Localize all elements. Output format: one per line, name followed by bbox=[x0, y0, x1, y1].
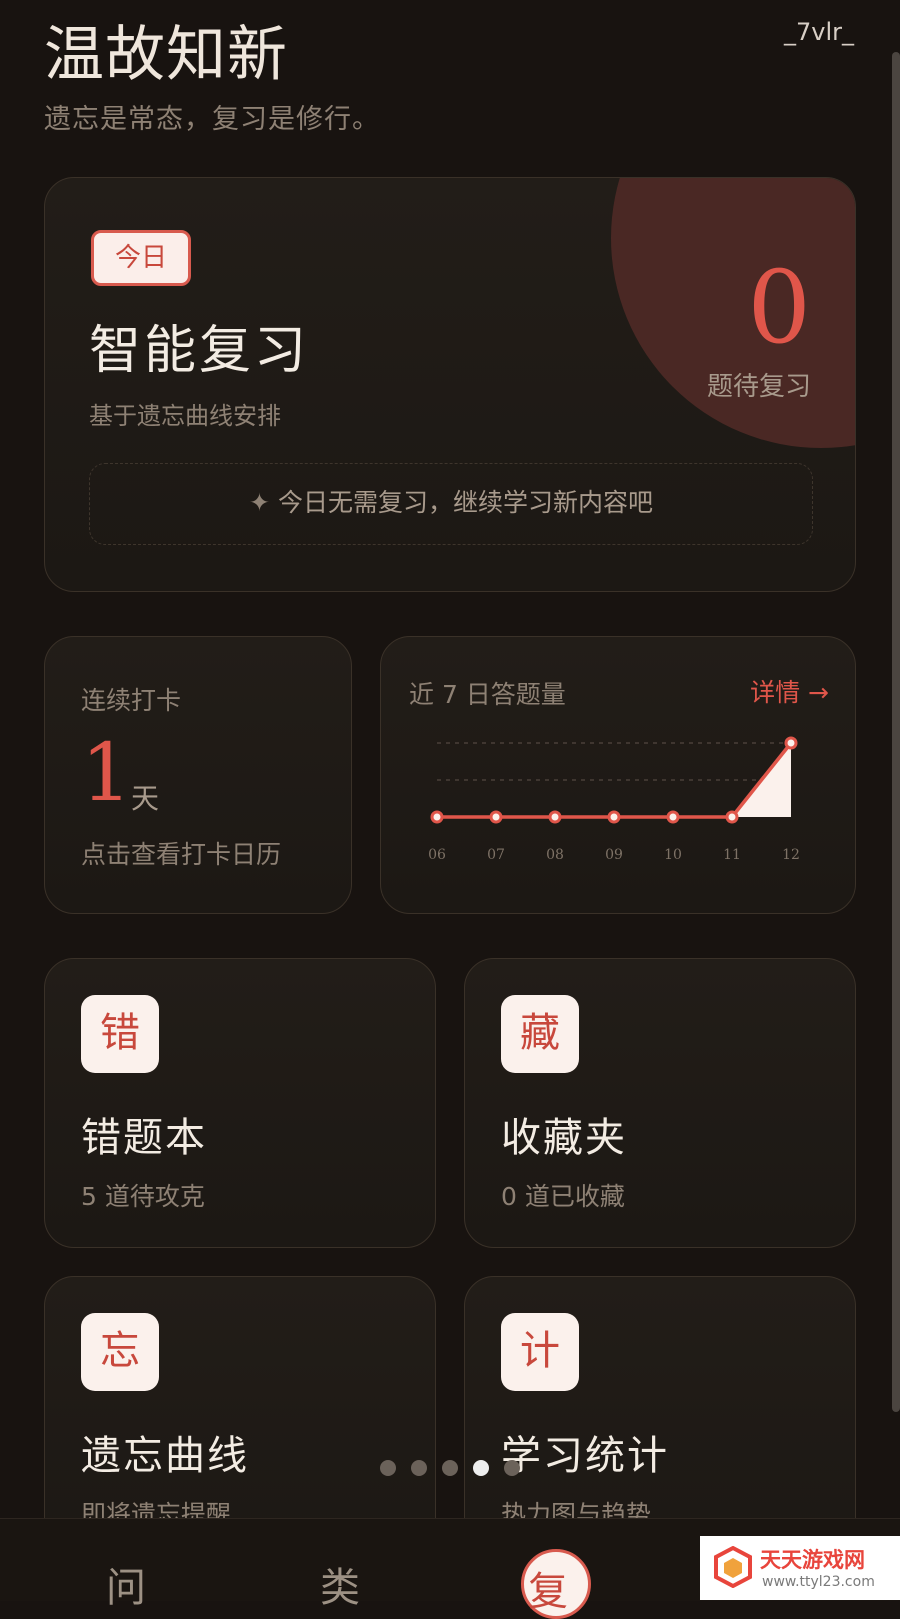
sparkle-icon: ✦ bbox=[249, 488, 270, 517]
forget-icon: 忘 bbox=[81, 1313, 159, 1391]
page-dot[interactable] bbox=[504, 1460, 520, 1476]
weekly-answers-card: 近 7 日答题量 详情 → 06 07 08 09 10 11 12 bbox=[380, 636, 856, 914]
page-dot[interactable] bbox=[380, 1460, 396, 1476]
user-name[interactable]: _7vlr_ bbox=[784, 18, 854, 46]
nav-item-category[interactable]: 类 bbox=[320, 1555, 360, 1613]
weekly-chart: 06 07 08 09 10 11 12 bbox=[428, 736, 800, 863]
review-description: 基于遗忘曲线安排 bbox=[89, 402, 281, 430]
chart-point bbox=[548, 810, 562, 824]
streak-card[interactable]: 连续打卡 1 天 点击查看打卡日历 bbox=[44, 636, 352, 914]
streak-label: 连续打卡 bbox=[81, 686, 182, 715]
chart-x-tick-label: 11 bbox=[723, 847, 741, 863]
tile-subtitle: 5 道待攻克 bbox=[81, 1182, 205, 1211]
page-dot[interactable] bbox=[411, 1460, 427, 1476]
chart-point bbox=[784, 736, 798, 750]
pending-label: 题待复习 bbox=[706, 372, 811, 402]
chart-point bbox=[430, 810, 444, 824]
chart-point bbox=[607, 810, 621, 824]
tile-subtitle: 0 道已收藏 bbox=[501, 1182, 625, 1211]
chart-point bbox=[489, 810, 503, 824]
chart-x-tick-label: 09 bbox=[605, 847, 623, 863]
chart-x-tick-label: 06 bbox=[428, 847, 446, 863]
review-tip: ✦ 今日无需复习，继续学习新内容吧 bbox=[89, 463, 813, 545]
page-dot[interactable] bbox=[442, 1460, 458, 1476]
streak-unit: 天 bbox=[131, 782, 160, 815]
mistakes-tile[interactable]: 错 错题本 5 道待攻克 bbox=[44, 958, 436, 1248]
watermark: 天天游戏网 www.ttyl23.com bbox=[700, 1536, 900, 1600]
watermark-name: 天天游戏网 bbox=[760, 1548, 865, 1572]
chart-point bbox=[725, 810, 739, 824]
review-tip-text: 今日无需复习，继续学习新内容吧 bbox=[277, 488, 653, 517]
favorite-icon: 藏 bbox=[501, 995, 579, 1073]
review-decor-circle bbox=[611, 178, 855, 448]
chart-point bbox=[666, 810, 680, 824]
chart-x-tick-label: 08 bbox=[546, 847, 564, 863]
favorites-tile[interactable]: 藏 收藏夹 0 道已收藏 bbox=[464, 958, 856, 1248]
streak-hint: 点击查看打卡日历 bbox=[81, 840, 282, 869]
mistake-icon: 错 bbox=[81, 995, 159, 1073]
tile-title: 错题本 bbox=[81, 1115, 207, 1161]
page-indicator[interactable] bbox=[380, 1460, 520, 1476]
stats-icon: 计 bbox=[501, 1313, 579, 1391]
page-title: 温故知新 bbox=[44, 20, 288, 90]
nav-item-ask[interactable]: 问 bbox=[106, 1555, 146, 1613]
chart-x-tick-label: 07 bbox=[487, 847, 505, 863]
today-badge: 今日 bbox=[91, 230, 191, 286]
scrollbar[interactable] bbox=[892, 52, 900, 1412]
tile-title: 学习统计 bbox=[501, 1433, 669, 1479]
review-title: 智能复习 bbox=[89, 321, 310, 381]
chart-x-tick-label: 10 bbox=[664, 847, 682, 863]
smart-review-card[interactable]: 今日 智能复习 基于遗忘曲线安排 0 题待复习 ✦ 今日无需复习，继续学习新内容吧 bbox=[44, 177, 856, 592]
pending-count: 0 bbox=[747, 249, 811, 366]
watermark-url: www.ttyl23.com bbox=[762, 1574, 875, 1590]
page-subtitle: 遗忘是常态，复习是修行。 bbox=[44, 104, 380, 135]
tile-title: 遗忘曲线 bbox=[81, 1433, 249, 1479]
tile-title: 收藏夹 bbox=[501, 1115, 627, 1161]
nav-item-review[interactable]: 复 bbox=[528, 1559, 568, 1617]
page-dot[interactable] bbox=[473, 1460, 489, 1476]
watermark-logo-icon bbox=[714, 1546, 752, 1588]
chart-x-tick-label: 12 bbox=[782, 847, 800, 863]
streak-days: 1 bbox=[81, 726, 132, 819]
